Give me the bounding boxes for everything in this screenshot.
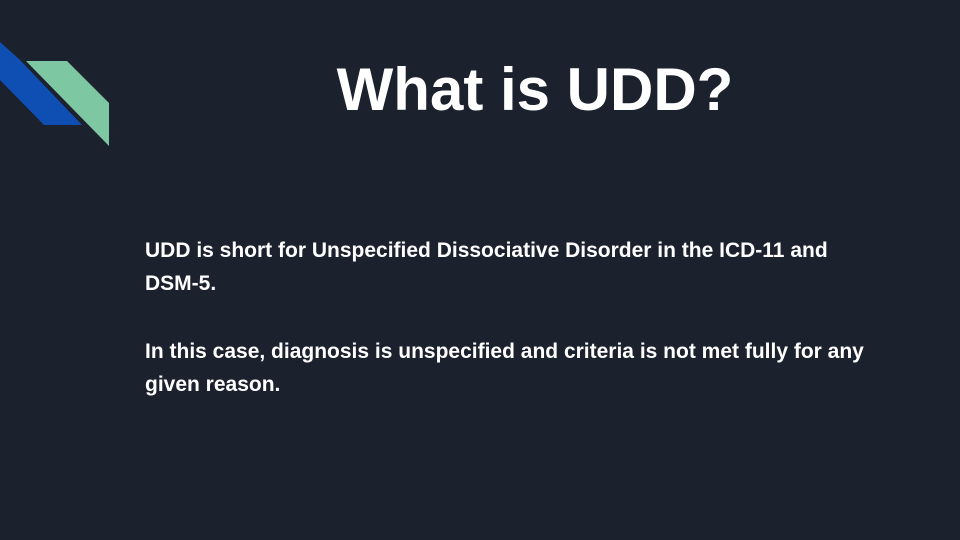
body-paragraph-criteria: In this case, diagnosis is unspecified a… (145, 340, 864, 396)
corner-accent-graphic (0, 42, 109, 146)
slide: What is UDD? UDD is short for Unspecifie… (0, 0, 960, 540)
slide-body: UDD is short for Unspecified Dissociativ… (145, 234, 865, 401)
slide-title: What is UDD? (336, 56, 734, 123)
body-paragraph-definition: UDD is short for Unspecified Dissociativ… (145, 239, 828, 295)
